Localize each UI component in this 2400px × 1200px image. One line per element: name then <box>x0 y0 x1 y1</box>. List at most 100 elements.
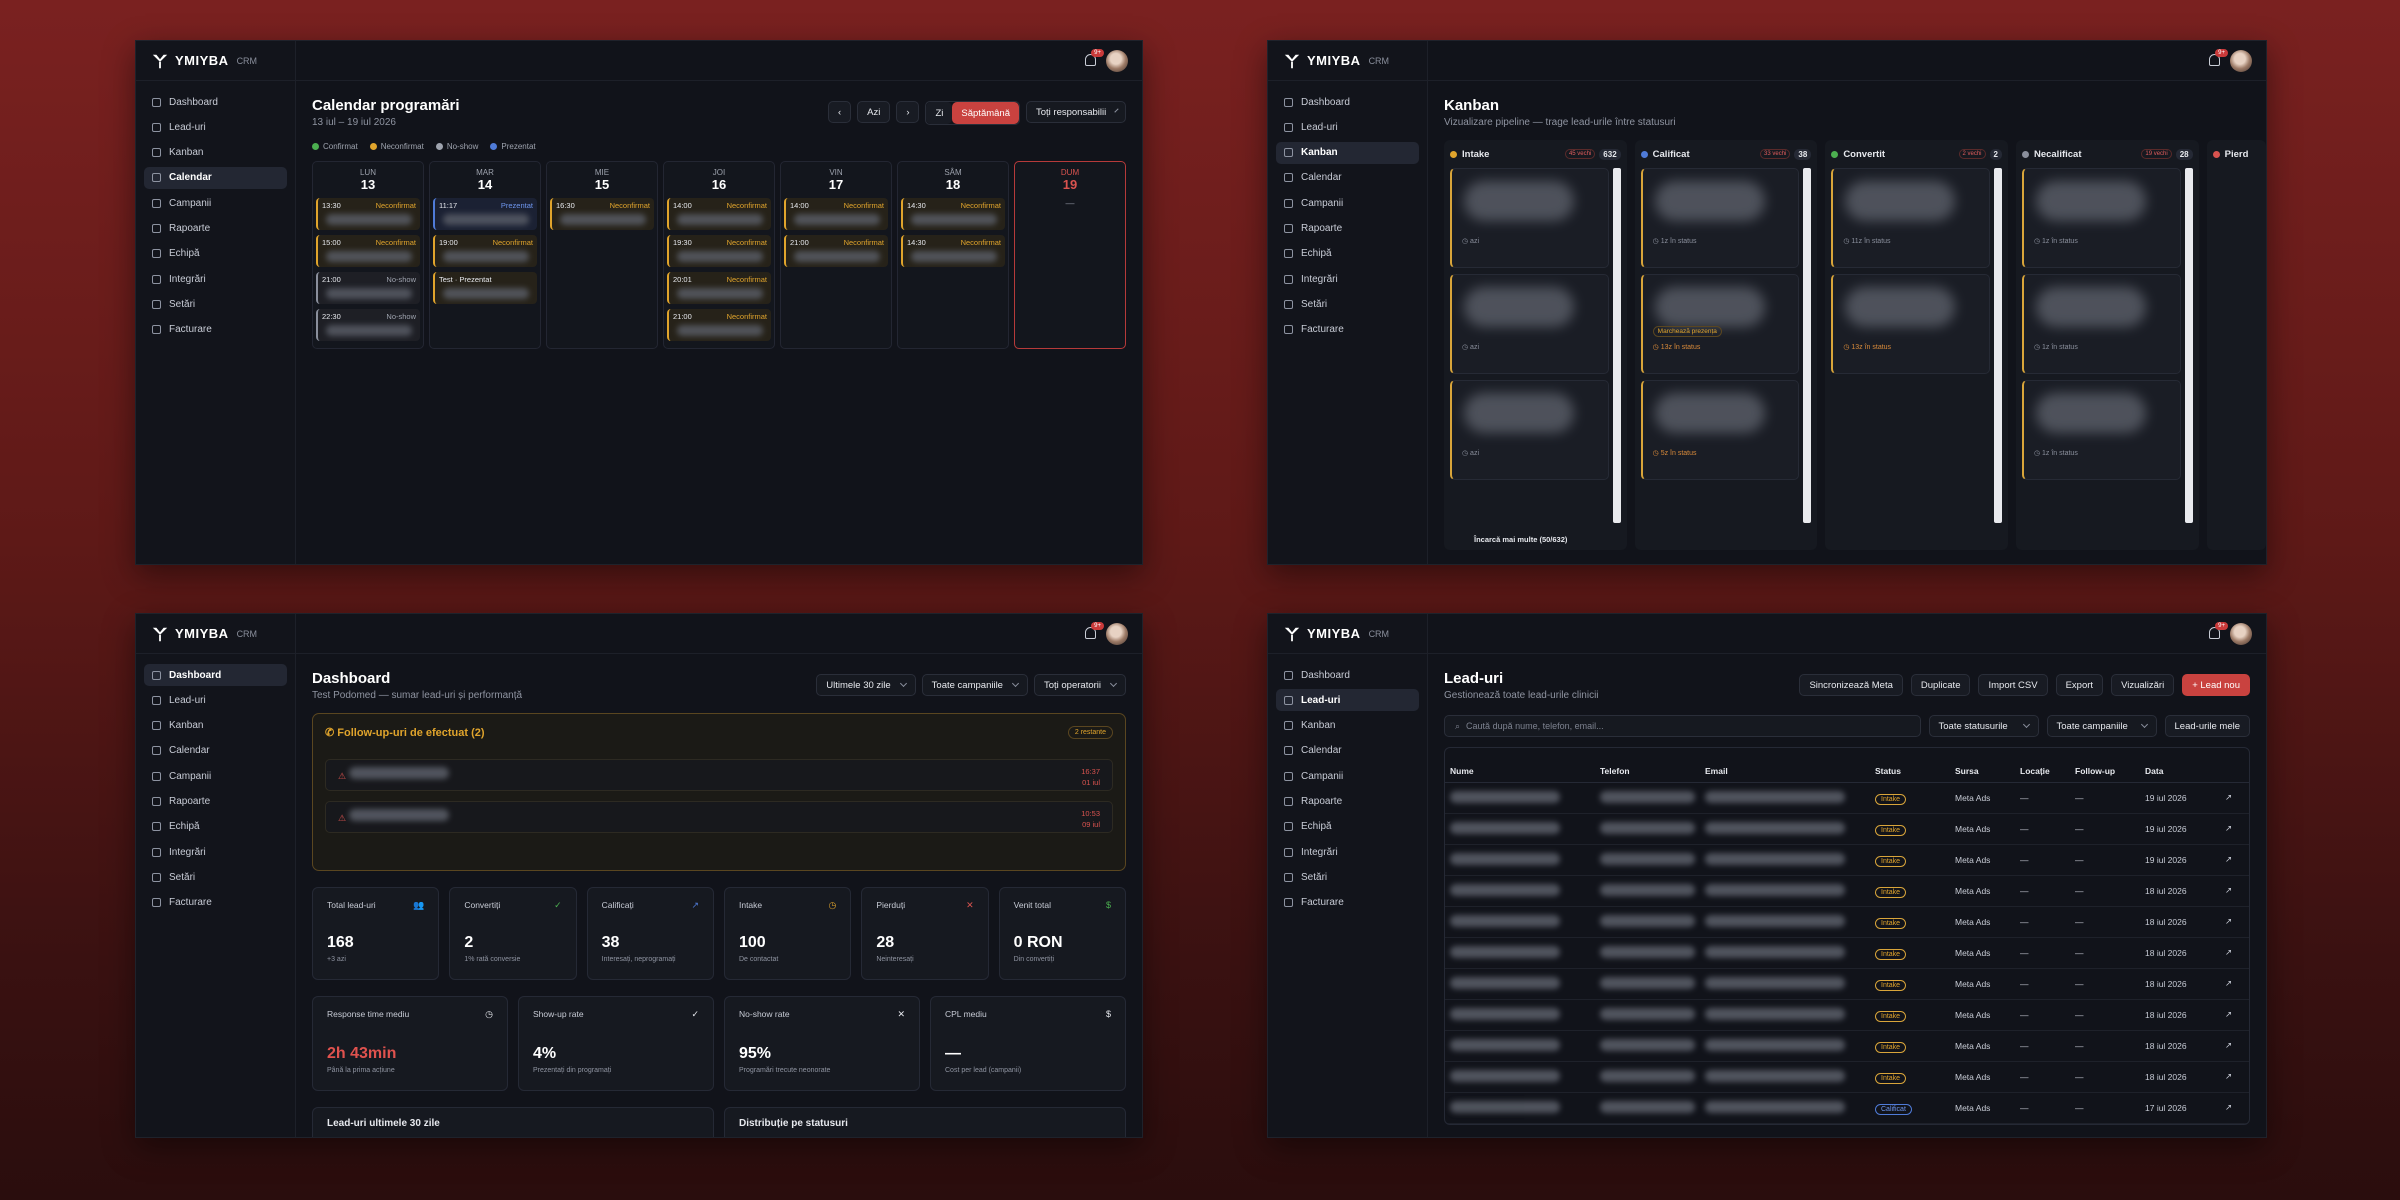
column-header[interactable]: Sursa <box>1950 760 2015 783</box>
appointment[interactable]: 13:30 Neconfirmat <box>316 198 420 230</box>
sidebar-item-integrri[interactable]: Integrări <box>1276 268 1419 290</box>
sidebar-item-dashboard[interactable]: Dashboard <box>1276 664 1419 686</box>
dashboard-filter-2[interactable]: Toți operatorii <box>1033 674 1126 696</box>
sidebar-item-rapoarte[interactable]: Rapoarte <box>144 790 287 812</box>
my-leads-button[interactable]: Lead-urile mele <box>2164 715 2250 737</box>
sidebar-item-facturare[interactable]: Facturare <box>144 319 287 341</box>
day-column[interactable]: MIE 15 16:30 Neconfirmat <box>546 161 658 349</box>
column-header[interactable]: Telefon <box>1595 760 1700 783</box>
avatar[interactable] <box>2230 50 2252 72</box>
sidebar-item-facturare[interactable]: Facturare <box>1276 319 1419 341</box>
sidebar-item-calendar[interactable]: Calendar <box>1276 167 1419 189</box>
table-row[interactable]: Intake Meta Ads — —18 iul 2026 ↗ <box>1445 1030 2249 1062</box>
appointment[interactable]: 14:00 Neconfirmat <box>667 198 771 230</box>
sidebar-item-calendar[interactable]: Calendar <box>144 166 287 189</box>
search-input[interactable]: ⌕ Caută după nume, telefon, email... <box>1444 715 1921 737</box>
scrollbar[interactable] <box>1803 168 1812 523</box>
open-link-icon[interactable]: ↗ <box>2225 978 2232 988</box>
load-more-button[interactable]: Încarcă mai multe (50/632) <box>1474 535 1567 544</box>
sidebar-item-integrri[interactable]: Integrări <box>144 841 287 863</box>
day-column[interactable]: VIN 17 14:00 Neconfirmat 21:00 Neconfirmat <box>780 161 892 349</box>
column-header[interactable]: Locație <box>2015 760 2070 783</box>
table-row[interactable]: Intake Meta Ads — —18 iul 2026 ↗ <box>1445 906 2249 938</box>
sidebar-item-campanii[interactable]: Campanii <box>1276 765 1419 787</box>
next-button[interactable]: › <box>896 101 920 123</box>
logo[interactable]: YMIYBA CRM <box>136 41 295 81</box>
lead-card[interactable]: ◷ azi <box>1450 274 1609 374</box>
appointment[interactable]: 14:30 Neconfirmat <box>901 198 1005 230</box>
lead-card[interactable]: ◷ 11z în status <box>1831 168 1990 268</box>
appointment[interactable]: 14:00 Neconfirmat <box>784 198 888 230</box>
sidebar-item-facturare[interactable]: Facturare <box>144 892 287 914</box>
column-header[interactable]: Nume <box>1445 760 1595 783</box>
appointment[interactable]: 21:00 Neconfirmat <box>667 309 771 341</box>
table-row[interactable]: Intake Meta Ads — —18 iul 2026 ↗ <box>1445 999 2249 1031</box>
lead-card[interactable]: ◷ azi <box>1450 168 1609 268</box>
open-link-icon[interactable]: ↗ <box>2225 823 2232 833</box>
day-column[interactable]: JOI 16 14:00 Neconfirmat 19:30 Neconfirmat 20:… <box>663 161 775 349</box>
appointment[interactable]: Test · Prezentat <box>433 272 537 304</box>
sidebar-item-setri[interactable]: Setări <box>1276 293 1419 315</box>
lead-card[interactable]: ◷ azi <box>1450 380 1609 480</box>
sidebar-item-echip[interactable]: Echipă <box>144 816 287 838</box>
sidebar-item-dashboard[interactable]: Dashboard <box>144 91 287 113</box>
appointment[interactable]: 11:17 Prezentat <box>433 198 537 230</box>
sidebar-item-integrri[interactable]: Integrări <box>1276 841 1419 863</box>
campaign-filter[interactable]: Toate campaniile <box>2046 715 2157 737</box>
column-header[interactable]: Follow-up <box>2070 760 2140 783</box>
open-link-icon[interactable]: ↗ <box>2225 947 2232 957</box>
lead-card[interactable]: ◷ 13z în status <box>1831 274 1990 374</box>
action-duplicate[interactable]: Duplicate <box>1910 674 1971 696</box>
scrollbar[interactable] <box>1993 168 2002 523</box>
day-column[interactable]: SÂM 18 14:30 Neconfirmat 14:30 Neconfirmat <box>897 161 1009 349</box>
logo[interactable]: YMIYBA CRM <box>136 614 295 654</box>
sidebar-item-echip[interactable]: Echipă <box>1276 816 1419 838</box>
sidebar-item-calendar[interactable]: Calendar <box>144 740 287 762</box>
avatar[interactable] <box>1106 50 1128 72</box>
table-row[interactable]: Intake Meta Ads — —19 iul 2026 ↗ <box>1445 782 2249 814</box>
table-row[interactable]: Intake Meta Ads — —18 iul 2026 ↗ <box>1445 875 2249 907</box>
sidebar-item-kanban[interactable]: Kanban <box>1276 715 1419 737</box>
logo[interactable]: YMIYBA CRM <box>1268 614 1427 654</box>
sidebar-item-echip[interactable]: Echipă <box>1276 243 1419 265</box>
open-link-icon[interactable]: ↗ <box>2225 1009 2232 1019</box>
appointment[interactable]: 16:30 Neconfirmat <box>550 198 654 230</box>
table-row[interactable]: Intake Meta Ads — —19 iul 2026 ↗ <box>1445 813 2249 845</box>
followup-row[interactable]: ⚠ 10:53 09 iul <box>325 801 1113 833</box>
day-column[interactable]: LUN 13 13:30 Neconfirmat 15:00 Neconfirmat 21:… <box>312 161 424 349</box>
table-row[interactable]: Intake Meta Ads — —18 iul 2026 ↗ <box>1445 968 2249 1000</box>
sidebar-item-kanban[interactable]: Kanban <box>144 142 287 164</box>
day-column[interactable]: DUM 19 — <box>1014 161 1126 349</box>
status-filter[interactable]: Toate statusurile <box>1928 715 2039 737</box>
sidebar-item-rapoarte[interactable]: Rapoarte <box>144 217 287 239</box>
sidebar-item-campanii[interactable]: Campanii <box>144 192 287 214</box>
dashboard-filter-1[interactable]: Toate campaniile <box>921 674 1028 696</box>
column-header[interactable]: Status <box>1870 760 1950 783</box>
sidebar-item-kanban[interactable]: Kanban <box>1276 141 1419 164</box>
sidebar-item-echip[interactable]: Echipă <box>144 243 287 265</box>
open-link-icon[interactable]: ↗ <box>2225 1071 2232 1081</box>
lead-card[interactable]: ◷ 1z în status <box>2021 380 2181 480</box>
sidebar-item-setri[interactable]: Setări <box>1276 866 1419 888</box>
action-importcsv[interactable]: Import CSV <box>1978 674 2048 696</box>
table-row[interactable]: Intake Meta Ads — —18 iul 2026 ↗ <box>1445 937 2249 969</box>
action-vizualizri[interactable]: Vizualizări <box>2111 674 2175 696</box>
action-export[interactable]: Export <box>2055 674 2104 696</box>
column-header[interactable]: Email <box>1700 760 1870 783</box>
lead-card[interactable]: ◷ 1z în status <box>2021 168 2181 268</box>
scrollbar[interactable] <box>2184 168 2193 523</box>
sidebar-item-leaduri[interactable]: Lead-uri <box>1276 116 1419 138</box>
sidebar-item-leaduri[interactable]: Lead-uri <box>144 689 287 711</box>
appointment[interactable]: 21:00 Neconfirmat <box>784 235 888 267</box>
mark-presence-badge[interactable]: Marchează prezența <box>1652 326 1722 337</box>
responsible-select[interactable]: Toți responsabilii <box>1026 101 1126 123</box>
appointment[interactable]: 22:30 No-show <box>316 309 420 341</box>
open-link-icon[interactable]: ↗ <box>2225 916 2232 926</box>
lead-card[interactable]: ◷ 5z în status <box>1640 380 1800 480</box>
sidebar-item-facturare[interactable]: Facturare <box>1276 892 1419 914</box>
lead-card[interactable]: ◷ 1z în status <box>1640 168 1800 268</box>
open-link-icon[interactable]: ↗ <box>2225 854 2232 864</box>
appointment[interactable]: 19:00 Neconfirmat <box>433 235 537 267</box>
sidebar-item-kanban[interactable]: Kanban <box>144 715 287 737</box>
dashboard-filter-0[interactable]: Ultimele 30 zile <box>816 674 916 696</box>
